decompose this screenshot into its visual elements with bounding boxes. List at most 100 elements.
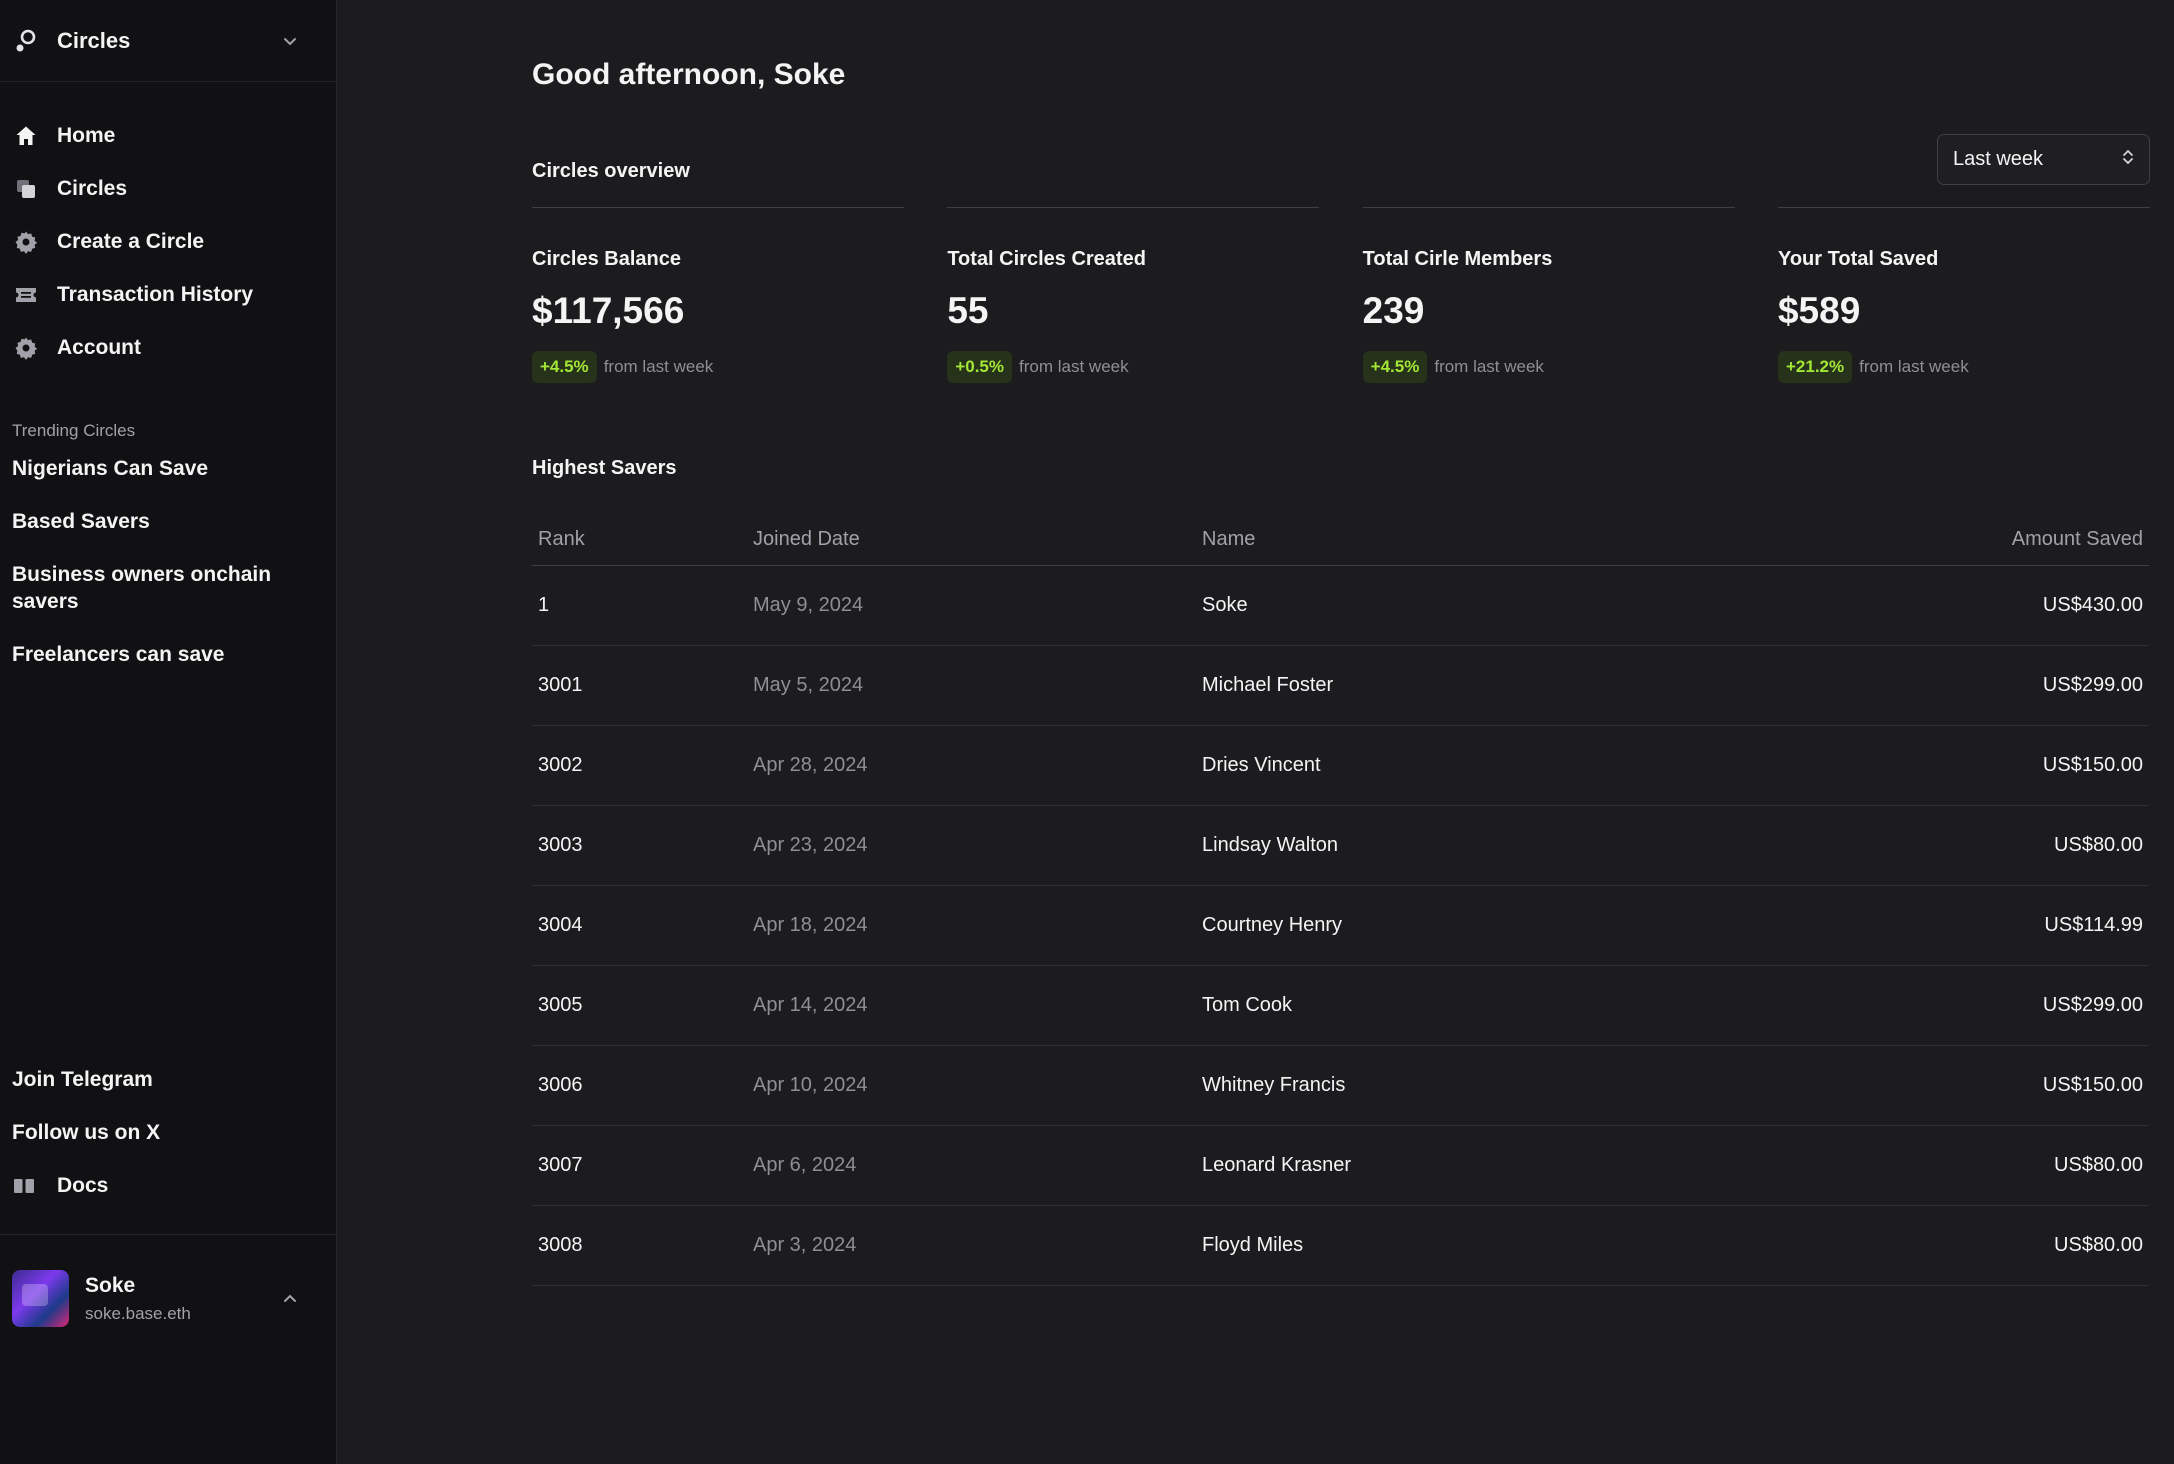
trending-item[interactable]: Nigerians Can Save: [0, 455, 300, 482]
table-row[interactable]: 3006 Apr 10, 2024 Whitney Francis US$150…: [532, 1046, 2149, 1126]
stats-grid: Circles Balance $117,566 +4.5% from last…: [532, 207, 2150, 383]
cell-rank: 3004: [538, 914, 583, 936]
cell-rank: 3001: [538, 674, 583, 696]
highest-savers-title: Highest Savers: [532, 457, 677, 479]
table-row[interactable]: 3001 May 5, 2024 Michael Foster US$299.0…: [532, 646, 2149, 726]
cell-amount: US$299.00: [2042, 994, 2143, 1016]
change-text: from last week: [1859, 357, 1969, 376]
cell-amount: US$299.00: [2042, 674, 2143, 696]
stat-label: Total Circles Created: [947, 248, 1146, 270]
nav-label-account: Account: [57, 335, 141, 359]
docs-link[interactable]: Docs: [0, 1159, 336, 1212]
change-badge: +0.5%: [947, 351, 1013, 383]
change-badge: +4.5%: [1362, 351, 1428, 383]
cell-rank: 3003: [538, 834, 583, 856]
stat-card: Circles Balance $117,566 +4.5% from last…: [532, 207, 904, 383]
sidebar: Circles Home Circles Create a Circle Tra…: [0, 0, 337, 1464]
cell-name: Dries Vincent: [1202, 754, 1321, 776]
column-header-name: Name: [1202, 528, 1256, 550]
cell-amount: US$80.00: [2054, 1154, 2143, 1176]
profile-name: Soke: [85, 1273, 136, 1297]
cell-rank: 3007: [538, 1154, 583, 1176]
table-row[interactable]: 3004 Apr 18, 2024 Courtney Henry US$114.…: [532, 886, 2149, 966]
period-select-value: Last week: [1953, 148, 2044, 170]
cell-name: Whitney Francis: [1202, 1074, 1346, 1096]
cell-date: Apr 10, 2024: [753, 1074, 868, 1096]
cell-date: Apr 18, 2024: [753, 914, 868, 936]
table-row[interactable]: 3007 Apr 6, 2024 Leonard Krasner US$80.0…: [532, 1126, 2149, 1206]
cell-date: May 5, 2024: [753, 674, 864, 696]
user-profile[interactable]: Soke soke.base.eth: [0, 1234, 336, 1362]
stat-card: Total Circles Created 55 +0.5% from last…: [947, 207, 1320, 383]
chevron-up-icon: [280, 1289, 300, 1309]
stat-change: +4.5% from last week: [532, 351, 904, 383]
cell-name: Lindsay Walton: [1202, 834, 1338, 856]
cell-amount: US$80.00: [2054, 1234, 2143, 1256]
cell-date: May 9, 2024: [753, 594, 864, 616]
cell-rank: 3008: [538, 1234, 583, 1256]
nav-label-circles: Circles: [57, 176, 128, 200]
table-row[interactable]: 1 May 9, 2024 Soke US$430.00: [532, 566, 2149, 646]
stack-icon: [12, 175, 40, 203]
cell-date: Apr 6, 2024: [753, 1154, 857, 1176]
nav-label-home: Home: [57, 123, 116, 147]
docs-label: Docs: [57, 1173, 109, 1197]
table-row[interactable]: 3005 Apr 14, 2024 Tom Cook US$299.00: [532, 966, 2149, 1046]
nav-label-transaction-history: Transaction History: [57, 282, 254, 306]
cell-amount: US$150.00: [2042, 754, 2143, 776]
cell-amount: US$430.00: [2042, 594, 2143, 616]
trending-list: Nigerians Can Save Based Savers Business…: [0, 455, 336, 668]
nav-item-transaction-history[interactable]: Transaction History: [0, 268, 336, 321]
stat-change: +0.5% from last week: [947, 351, 1319, 383]
change-text: from last week: [1019, 357, 1129, 376]
select-arrows-icon: [2121, 147, 2135, 173]
cell-name: Tom Cook: [1202, 994, 1293, 1016]
table-body: 1 May 9, 2024 Soke US$430.00 3001 May 5,…: [532, 566, 2149, 1286]
change-text: from last week: [1434, 357, 1544, 376]
gear-icon: [12, 334, 40, 362]
follow-x-link[interactable]: Follow us on X: [0, 1106, 336, 1159]
cell-rank: 3002: [538, 754, 583, 776]
trending-circles-heading: Trending Circles: [12, 421, 136, 440]
cell-name: Floyd Miles: [1202, 1234, 1304, 1256]
brand-switcher[interactable]: Circles: [0, 0, 336, 82]
stat-value: 239: [1362, 290, 1425, 331]
stat-label: Your Total Saved: [1777, 248, 1939, 270]
cell-amount: US$114.99: [2044, 914, 2143, 936]
stat-value: $117,566: [532, 290, 685, 331]
column-header-amount: Amount Saved: [2011, 528, 2143, 550]
table-row[interactable]: 3002 Apr 28, 2024 Dries Vincent US$150.0…: [532, 726, 2149, 806]
nav-item-create-circle[interactable]: Create a Circle: [0, 215, 336, 268]
cell-amount: US$80.00: [2054, 834, 2143, 856]
cell-date: Apr 14, 2024: [753, 994, 868, 1016]
nav-item-home[interactable]: Home: [0, 109, 336, 162]
stat-value: 55: [947, 290, 989, 331]
period-select[interactable]: Last week: [1937, 134, 2150, 185]
column-header-rank: Rank: [538, 528, 585, 550]
change-text: from last week: [603, 357, 714, 376]
cell-rank: 1: [538, 594, 550, 616]
table-row[interactable]: 3008 Apr 3, 2024 Floyd Miles US$80.00: [532, 1206, 2149, 1286]
stat-label: Circles Balance: [532, 248, 681, 270]
table-row[interactable]: 3003 Apr 23, 2024 Lindsay Walton US$80.0…: [532, 806, 2149, 886]
stat-card: Total Cirle Members 239 +4.5% from last …: [1362, 207, 1735, 383]
page-title: Good afternoon, Soke: [532, 58, 846, 91]
book-icon: [12, 1172, 40, 1200]
join-telegram-link[interactable]: Join Telegram: [0, 1053, 336, 1106]
trending-item[interactable]: Business owners onchain savers: [0, 561, 300, 615]
column-header-date: Joined Date: [753, 528, 860, 550]
cell-date: Apr 23, 2024: [753, 834, 868, 856]
change-badge: +21.2%: [1777, 351, 1853, 383]
profile-text: Soke soke.base.eth: [85, 1274, 280, 1324]
stat-card: Your Total Saved $589 +21.2% from last w…: [1777, 207, 2150, 383]
cell-name: Courtney Henry: [1202, 914, 1343, 936]
nav-item-account[interactable]: Account: [0, 321, 336, 374]
stat-label: Total Cirle Members: [1362, 248, 1553, 270]
nav-item-circles[interactable]: Circles: [0, 162, 336, 215]
bottom-links: Join Telegram Follow us on X Docs: [0, 1053, 336, 1212]
savers-table: Rank Joined Date Name Amount Saved 1 May…: [532, 514, 2149, 1286]
cell-date: Apr 28, 2024: [753, 754, 868, 776]
trending-item[interactable]: Freelancers can save: [0, 641, 300, 668]
trending-item[interactable]: Based Savers: [0, 508, 300, 535]
brand-name: Circles: [57, 27, 131, 53]
